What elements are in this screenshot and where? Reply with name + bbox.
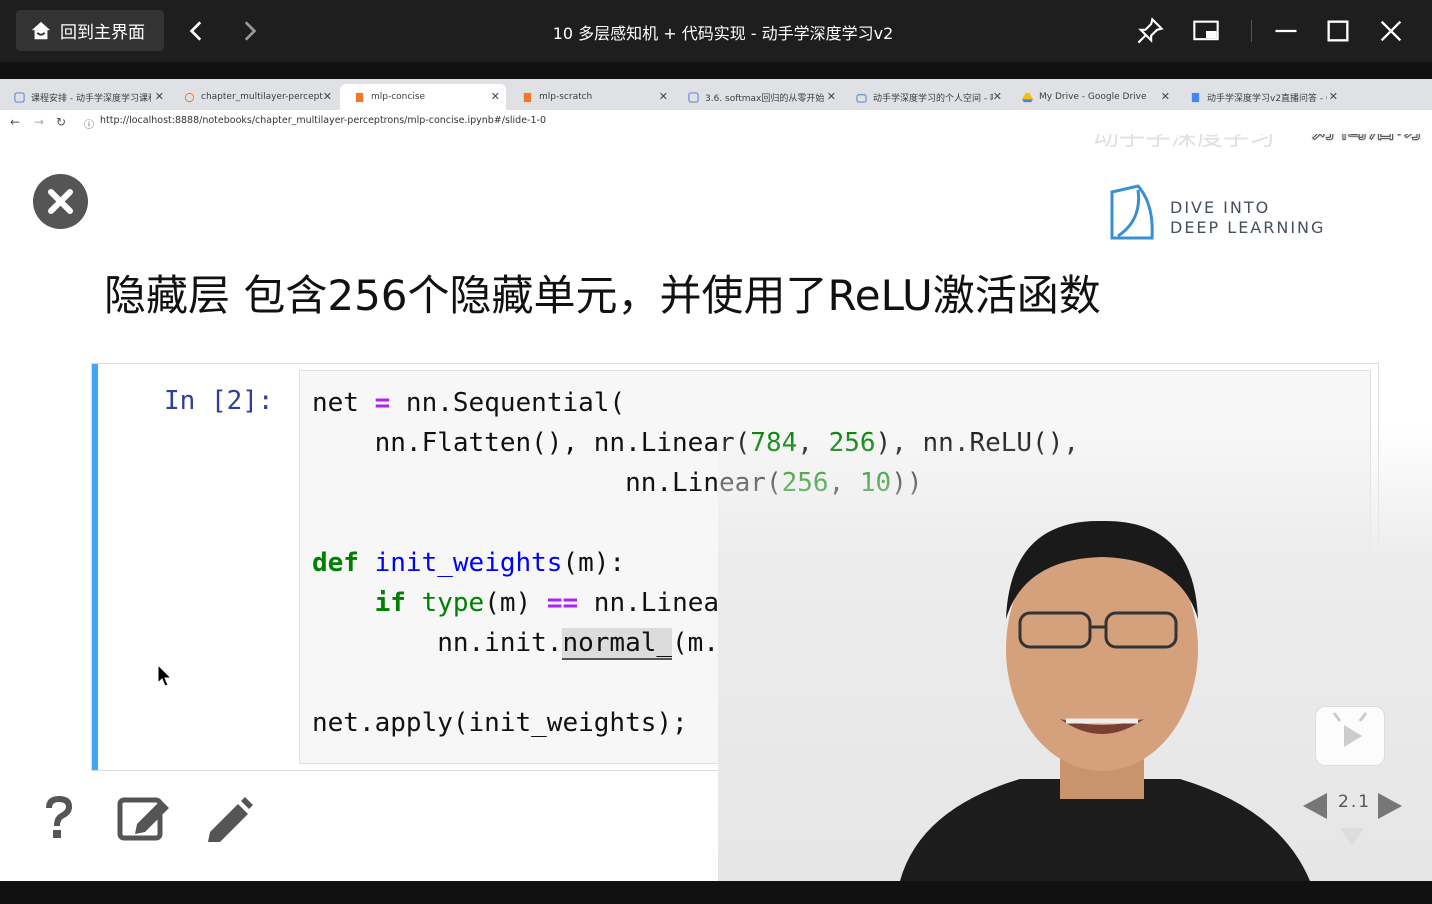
tab-chapter-mlp[interactable]: chapter_multilayer-perceptrons ✕ [170,84,338,110]
url-field[interactable]: http://localhost:8888/notebooks/chapter_… [100,115,546,126]
tab-close-icon[interactable]: ✕ [659,90,668,103]
close-icon [48,189,73,214]
jupyter-favicon-icon [184,92,195,102]
player-bottom-bar [0,881,1432,904]
input-prompt: In [2]: [164,386,274,416]
forward-icon[interactable]: → [34,115,44,129]
slide-view: 动手学深度学习 好简洁呀 DIVE INTO DEEP LEARNING 隐藏层… [0,134,1432,881]
danmaku-comment: 好简洁呀 [1311,134,1424,146]
help-icon[interactable] [40,794,78,842]
tab-strip: 课程安排 - 动手学深度学习课程 ✕ chapter_multilayer-pe… [0,82,1432,124]
notebook-favicon-icon [523,92,532,102]
back-icon[interactable]: ← [10,115,20,129]
tab-course-schedule[interactable]: 课程安排 - 动手学深度学习课程 ✕ [0,84,170,110]
tab-mlp-concise[interactable]: mlp-concise ✕ [340,84,506,110]
video-title: 10 多层感知机 + 代码实现 - 动手学深度学习v2 [552,24,894,43]
slide-heading: 隐藏层 包含256个隐藏单元，并使用了ReLU激活函数 [104,271,1101,320]
play-icon [1332,712,1368,747]
tab-close-icon[interactable]: ✕ [323,90,332,103]
prev-slide-arrow-icon[interactable] [1301,791,1329,821]
watermark-text: 动手学深度学习 [1093,134,1276,152]
tab-close-icon[interactable]: ✕ [1329,90,1338,103]
cell-selection-bar [92,364,98,770]
home-button-label: 回到主界面 [60,23,145,43]
pin-icon[interactable] [1136,17,1164,45]
pip-icon[interactable] [1192,17,1220,45]
info-icon[interactable]: ⓘ [84,116,94,131]
back-arrow-icon[interactable] [184,18,210,44]
maximize-icon[interactable] [1324,17,1352,45]
edit-notes-icon[interactable] [117,794,173,842]
home-icon [31,21,51,39]
browser-frame-strip [0,62,1432,79]
close-slideshow-button[interactable] [33,174,88,229]
bilibili-favicon-icon [856,93,867,103]
player-title-bar: 回到主界面 10 多层感知机 + 代码实现 - 动手学深度学习v2 [0,0,1432,62]
tab-favicon-icon [14,91,25,103]
tab-mlp-scratch[interactable]: mlp-scratch ✕ [508,84,674,110]
close-window-icon[interactable] [1377,17,1405,45]
reload-icon[interactable]: ↻ [56,115,66,129]
address-bar-row: ← → ↻ ⓘ http://localhost:8888/notebooks/… [0,110,1432,135]
tab-favicon-icon [688,91,699,103]
tab-close-icon[interactable]: ✕ [491,90,500,103]
logo-wordmark: DIVE INTO DEEP LEARNING [1170,198,1326,237]
notebook-favicon-icon [355,92,364,102]
down-slide-arrow-icon[interactable] [1338,826,1366,848]
browser-chrome: 课程安排 - 动手学深度学习课程 ✕ chapter_multilayer-pe… [0,62,1432,135]
docs-favicon-icon [1191,92,1200,102]
forward-arrow-icon[interactable] [236,18,262,44]
presenter-video [900,520,1310,881]
tab-close-icon[interactable]: ✕ [1161,90,1170,103]
slide-number: 2.1 [1338,792,1372,812]
tab-live-qa[interactable]: 动手学深度学习v2直播问答 - Go ✕ [1176,84,1344,110]
play-button[interactable] [1315,706,1385,766]
tab-close-icon[interactable]: ✕ [993,90,1002,103]
google-drive-icon [1022,92,1033,102]
tab-bilibili-space[interactable]: 动手学深度学习的个人空间 - 哔哩 ✕ [842,84,1008,110]
tab-close-icon[interactable]: ✕ [827,90,836,103]
tab-softmax[interactable]: 3.6. softmax回归的从零开始实现 ✕ [674,84,842,110]
next-slide-arrow-icon[interactable] [1376,791,1404,821]
mouse-cursor-icon [157,664,173,687]
pencil-icon[interactable] [204,794,254,844]
home-button[interactable]: 回到主界面 [16,10,164,51]
toolbar-divider [1251,20,1252,42]
minimize-icon[interactable] [1272,17,1300,45]
tab-google-drive[interactable]: My Drive - Google Drive ✕ [1008,84,1176,110]
tab-close-icon[interactable]: ✕ [155,90,164,103]
